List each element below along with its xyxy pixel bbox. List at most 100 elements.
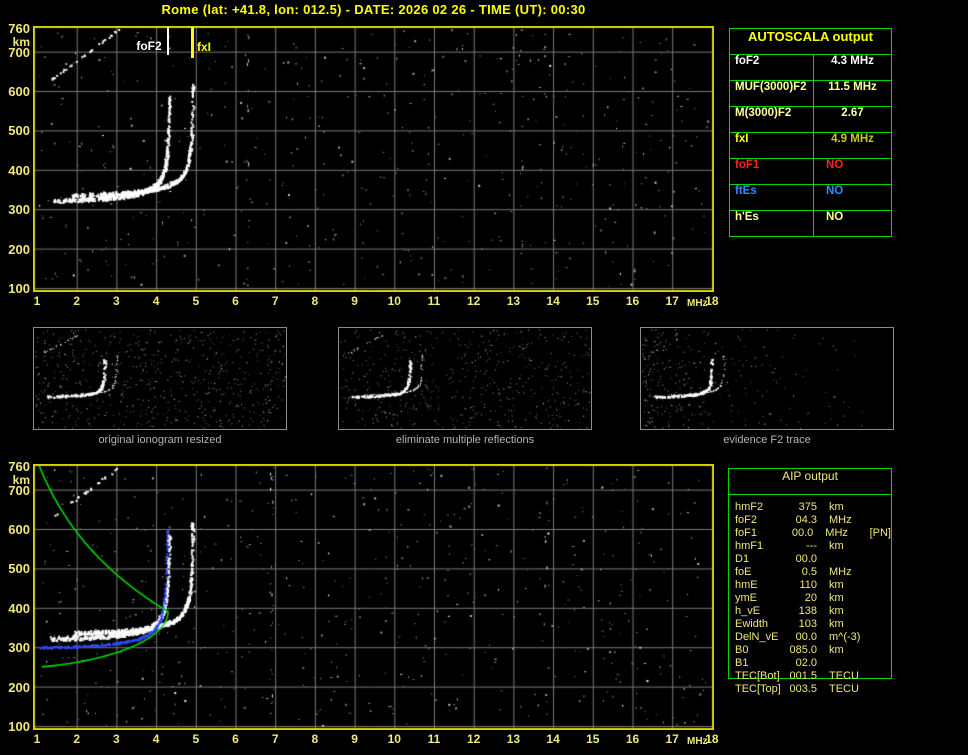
aip-param-value: 20	[787, 592, 817, 605]
aip-param-value: 00.0	[787, 553, 817, 566]
fof2-marker-line	[167, 27, 169, 55]
aip-param-label: foF1	[735, 527, 785, 540]
ionogram-x-tick: 2	[66, 294, 88, 308]
aip-param-value: 003.5	[787, 683, 817, 696]
profile-y-tick: 200	[0, 680, 30, 695]
aip-param-unit: km	[829, 540, 867, 553]
aip-param-value: 103	[787, 618, 817, 631]
fxi-marker-label: fxI	[197, 40, 211, 54]
thumbnail-caption-original: original ionogram resized	[33, 434, 287, 446]
profile-y-tick: 600	[0, 522, 30, 537]
ionogram-y-tick: 760	[0, 21, 30, 36]
ionogram-x-tick: 5	[185, 294, 207, 308]
aip-param-label: hmF2	[735, 501, 787, 514]
autoscala-param-label: MUF(3000)F2	[730, 81, 814, 106]
aip-output-title: AIP output	[729, 469, 891, 495]
profile-x-tick: 16	[622, 732, 644, 746]
autoscala-param-label: M(3000)F2	[730, 107, 814, 132]
profile-x-unit-label: MHz	[687, 736, 708, 747]
aip-param-unit	[829, 657, 867, 670]
autoscala-param-value: 4.3 MHz	[814, 55, 891, 80]
aip-row-foE: foE0.5MHz	[729, 566, 891, 579]
aip-param-value: ---	[787, 540, 817, 553]
aip-param-label: h_vE	[735, 605, 787, 618]
thumbnail-original-ionogram-canvas	[33, 327, 287, 430]
ionogram-x-tick: 8	[304, 294, 326, 308]
profile-x-tick: 17	[661, 732, 683, 746]
autoscala-param-value: NO	[814, 185, 891, 210]
aip-param-unit: MHz	[825, 527, 861, 540]
ionogram-y-tick: 600	[0, 84, 30, 99]
ionogram-x-tick: 11	[423, 294, 445, 308]
ionogram-y-unit-label: km	[0, 35, 30, 49]
aip-row-D1: D100.0	[729, 553, 891, 566]
profile-y-tick: 760	[0, 459, 30, 474]
aip-row-Ewidth: Ewidth103km	[729, 618, 891, 631]
aip-param-value: 00.0	[785, 527, 814, 540]
ionogram-x-tick: 12	[463, 294, 485, 308]
profile-x-tick: 3	[105, 732, 127, 746]
autoscala-param-value: 2.67	[814, 107, 891, 132]
aip-param-unit: TECU	[829, 683, 867, 696]
autoscala-param-value: NO	[814, 211, 891, 236]
thumbnail-caption-evidence: evidence F2 trace	[640, 434, 894, 446]
ionogram-y-tick: 400	[0, 163, 30, 178]
profile-x-tick: 12	[463, 732, 485, 746]
aip-param-value: 375	[787, 501, 817, 514]
autoscala-output-table: AUTOSCALA output foF24.3 MHzMUF(3000)F21…	[729, 28, 892, 237]
aip-param-value: 110	[787, 579, 817, 592]
autoscala-param-value: 11.5 MHz	[814, 81, 891, 106]
ionogram-x-tick: 3	[105, 294, 127, 308]
autoscala-row-ftEs: ftEsNO	[730, 185, 891, 211]
aip-row-hmE: hmE110km	[729, 579, 891, 592]
aip-row-foF2: foF204.3MHz	[729, 514, 891, 527]
aip-row-hmF2: hmF2375km	[729, 501, 891, 514]
ionogram-x-tick: 13	[502, 294, 524, 308]
aip-param-value: 02.0	[787, 657, 817, 670]
aip-param-unit: km	[829, 605, 867, 618]
aip-param-label: B1	[735, 657, 787, 670]
aip-param-label: DelN_vE	[735, 631, 787, 644]
aip-row-TECTop: TEC[Top]003.5TECU	[729, 683, 891, 696]
profile-x-tick: 14	[542, 732, 564, 746]
ionogram-x-tick: 9	[344, 294, 366, 308]
profile-x-tick: 5	[185, 732, 207, 746]
autoscala-param-label: foF1	[730, 159, 814, 184]
autoscala-output-title: AUTOSCALA output	[730, 29, 891, 55]
profile-y-tick: 500	[0, 561, 30, 576]
aip-param-value: 085.0	[787, 644, 817, 657]
aip-row-TECBot: TEC[Bot]001.5TECU	[729, 670, 891, 683]
ionogram-y-tick: 500	[0, 123, 30, 138]
ionogram-x-tick: 6	[225, 294, 247, 308]
profile-x-tick: 13	[502, 732, 524, 746]
profile-plot-canvas	[33, 464, 714, 730]
aip-param-unit: km	[829, 592, 867, 605]
aip-param-value: 0.5	[787, 566, 817, 579]
aip-param-unit: m^(-3)	[829, 631, 867, 644]
aip-param-label: hmF1	[735, 540, 787, 553]
aip-param-unit: MHz	[829, 566, 867, 579]
aip-row-hmF1: hmF1--- km	[729, 540, 891, 553]
autoscala-param-label: foF2	[730, 55, 814, 80]
profile-x-tick: 8	[304, 732, 326, 746]
ionogram-x-tick: 4	[145, 294, 167, 308]
autoscala-row-foF2: foF24.3 MHz	[730, 55, 891, 81]
aip-param-unit: MHz	[829, 514, 867, 527]
profile-x-tick: 15	[582, 732, 604, 746]
autoscala-param-value: NO	[814, 159, 891, 184]
profile-x-tick: 1	[26, 732, 48, 746]
autoscala-screen: Rome (lat: +41.8, lon: 012.5) - DATE: 20…	[0, 0, 968, 755]
aip-row-B0: B0085.0km	[729, 644, 891, 657]
profile-y-tick: 300	[0, 640, 30, 655]
aip-param-label: TEC[Bot]	[735, 670, 787, 683]
autoscala-output-rows: foF24.3 MHzMUF(3000)F211.5 MHzM(3000)F22…	[730, 55, 891, 236]
profile-y-tick: 400	[0, 601, 30, 616]
aip-param-label: foF2	[735, 514, 787, 527]
fof2-marker-label: foF2	[132, 39, 166, 53]
autoscala-param-label: fxI	[730, 133, 814, 158]
ionogram-y-tick: 100	[0, 281, 30, 296]
ionogram-plot-canvas	[33, 26, 714, 292]
autoscala-row-foF1: foF1NO	[730, 159, 891, 185]
aip-row-ymE: ymE20km	[729, 592, 891, 605]
profile-x-tick: 4	[145, 732, 167, 746]
